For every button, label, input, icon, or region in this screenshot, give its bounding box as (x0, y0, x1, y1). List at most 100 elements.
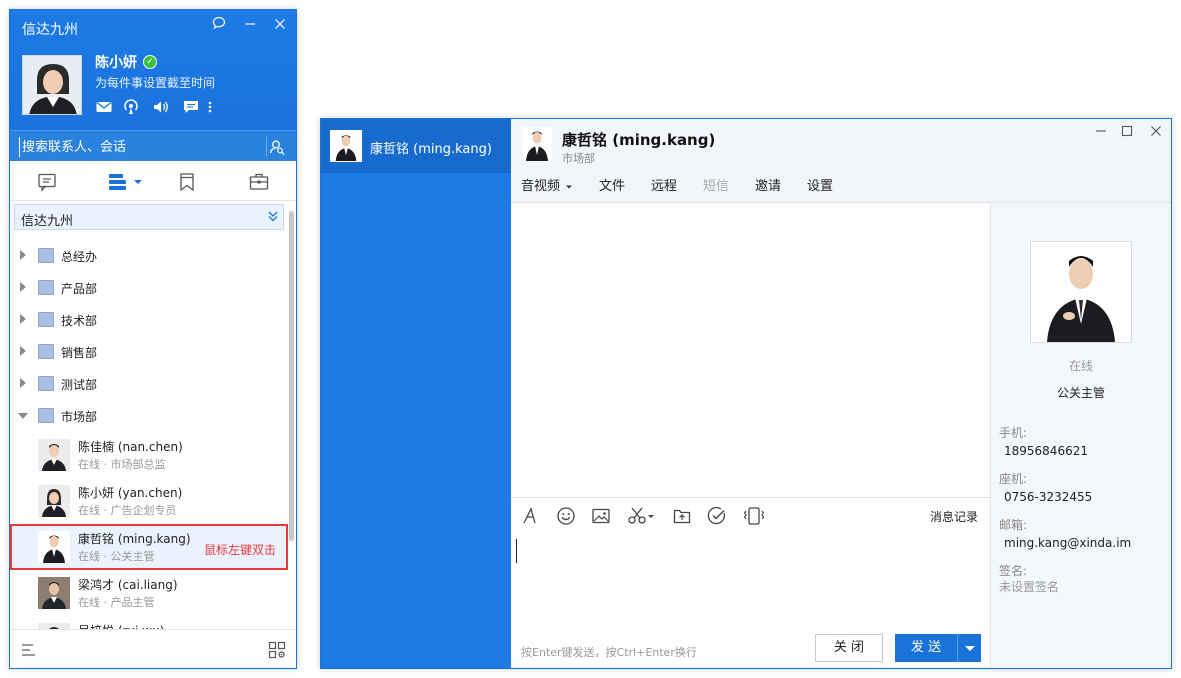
chat-bubble-icon[interactable] (208, 16, 230, 36)
menu-settings[interactable]: 设置 (807, 175, 833, 194)
screenshot-icon[interactable] (627, 506, 655, 526)
avatar (330, 130, 362, 162)
chat-main: 康哲铭 (ming.kang) 市场部 音视频 文件 远程 短信 邀请 设置 消… (511, 119, 1171, 668)
org-tab-icon[interactable] (106, 171, 150, 193)
bookmark-tab-icon[interactable] (176, 171, 206, 193)
contact-search-icon[interactable] (266, 137, 286, 157)
user-signature[interactable]: 为每件事设置截至时间 (95, 74, 215, 91)
contact-item[interactable]: 陈佳楠 (nan.chen) 在线 · 市场部总监 (10, 432, 288, 478)
more-icon[interactable] (206, 98, 214, 116)
send-hint: 按Enter键发送，按Ctrl+Enter换行 (521, 646, 697, 659)
search-input[interactable] (19, 137, 259, 157)
signature-label: 签名: (999, 564, 1028, 578)
contact-status: 在线 · 市场部总监 (78, 458, 166, 471)
dept-item[interactable]: 市场部 (10, 401, 288, 431)
shake-icon[interactable] (743, 506, 765, 526)
avatar (38, 577, 70, 609)
check-icon[interactable] (707, 506, 727, 526)
dept-item[interactable]: 销售部 (10, 337, 288, 367)
contact-status: 在线 · 产品主管 (78, 596, 155, 609)
folder-icon (38, 280, 54, 295)
contact-name: 陈小妍 (yan.chen) (78, 486, 183, 500)
close-button[interactable]: 关 闭 (815, 634, 883, 662)
collapse-arrow-icon[interactable] (18, 413, 28, 419)
expand-arrow-icon[interactable] (20, 378, 26, 388)
org-selector-label: 信达九州 (21, 214, 74, 229)
profile-panel: 在线 公关主管 手机: 18956846621 座机: 0756-3232455… (991, 203, 1171, 668)
message-area[interactable] (511, 203, 991, 497)
user-name: 陈小妍 (95, 55, 137, 71)
dept-item[interactable]: 技术部 (10, 305, 288, 335)
org-selector[interactable]: 信达九州 (14, 204, 284, 230)
folder-icon (38, 408, 54, 423)
emoji-icon[interactable] (556, 506, 576, 526)
menu-sms[interactable]: 短信 (703, 175, 729, 194)
dept-item[interactable]: 产品部 (10, 273, 288, 303)
maximize-icon[interactable] (1114, 125, 1140, 143)
apps-grid-icon[interactable] (268, 641, 286, 659)
chat-tab-icon[interactable] (36, 171, 66, 193)
contact-item[interactable]: 陈小妍 (yan.chen) 在线 · 广告企划专员 (10, 478, 288, 524)
contact-item-selected[interactable]: 康哲铭 (ming.kang) 在线 · 公关主管 鼠标左键双击 (10, 524, 288, 570)
session-name: 康哲铭 (ming.kang) (370, 142, 492, 157)
dept-name: 产品部 (61, 282, 98, 296)
broadcast-icon[interactable] (122, 98, 140, 116)
phone-value: 18956846621 (1004, 444, 1088, 458)
upload-file-icon[interactable] (672, 506, 692, 526)
avatar[interactable] (522, 127, 552, 161)
scrollbar-thumb[interactable] (289, 211, 294, 541)
mail-icon[interactable] (95, 98, 113, 116)
email-value[interactable]: ming.kang@xinda.im (1004, 536, 1131, 550)
dept-name: 测试部 (61, 378, 98, 392)
scrollbar[interactable] (289, 203, 294, 633)
expand-arrow-icon[interactable] (20, 250, 26, 260)
session-item-active[interactable]: 康哲铭 (ming.kang) (321, 119, 511, 173)
dept-name: 销售部 (61, 346, 98, 360)
phone-label: 手机: (999, 426, 1028, 440)
speaker-icon[interactable] (152, 98, 170, 116)
double-click-hint: 鼠标左键双击 (204, 543, 277, 557)
folder-icon (38, 312, 54, 327)
expand-arrow-icon[interactable] (20, 314, 26, 324)
org-tree: 总经办 产品部 技术部 销售部 测试部 市场部 陈佳楠 (nan.chen) 在… (10, 234, 288, 630)
font-icon[interactable] (521, 506, 541, 526)
dept-item[interactable]: 总经办 (10, 241, 288, 271)
send-button[interactable]: 发 送 (895, 634, 981, 662)
folder-icon (38, 248, 54, 263)
expand-arrow-icon[interactable] (20, 282, 26, 292)
landline-label: 座机: (999, 472, 1028, 486)
profile-title: 公关主管 (1056, 386, 1105, 400)
image-icon[interactable] (591, 506, 611, 526)
input-toolbar: 消息记录 (511, 497, 991, 533)
signature-value: 未设置签名 (999, 580, 1060, 594)
message-input[interactable]: 按Enter键发送，按Ctrl+Enter换行 关 闭 发 送 (511, 533, 991, 668)
minimize-icon[interactable] (1088, 125, 1114, 143)
menu-icon[interactable] (21, 642, 37, 658)
main-window: 信达九州 陈小妍 ✓ 为每件事设置截至时间 搜索联系人、会话 信达九州 总经办 … (9, 9, 297, 669)
close-icon[interactable] (269, 16, 291, 36)
contact-item[interactable]: 梁鸿才 (cai.liang) 在线 · 产品主管 (10, 570, 288, 616)
expand-arrow-icon[interactable] (20, 346, 26, 356)
caret-down-icon (566, 185, 573, 188)
contact-item[interactable]: 吴梓悦 (rui.wu) (10, 616, 288, 630)
dept-item[interactable]: 测试部 (10, 369, 288, 399)
close-icon[interactable] (1143, 125, 1169, 143)
workbench-tab-icon[interactable] (248, 171, 278, 193)
menu-file[interactable]: 文件 (599, 175, 625, 194)
contact-status: 在线 · 公关主管 (78, 550, 155, 563)
send-options-dropdown[interactable] (957, 634, 981, 662)
avatar (38, 485, 70, 517)
user-avatar[interactable] (22, 55, 82, 115)
profile-status: 在线 (1068, 359, 1093, 373)
message-history-link[interactable]: 消息记录 (930, 508, 978, 525)
menu-remote[interactable]: 远程 (651, 175, 677, 194)
menu-audio-video[interactable]: 音视频 (521, 175, 574, 194)
minimize-icon[interactable] (239, 16, 261, 36)
dept-name: 总经办 (61, 250, 98, 264)
chat-header: 康哲铭 (ming.kang) 市场部 音视频 文件 远程 短信 邀请 设置 (511, 119, 1171, 203)
menu-invite[interactable]: 邀请 (755, 175, 781, 194)
message-icon[interactable] (182, 98, 200, 116)
chat-window: 康哲铭 (ming.kang) 康哲铭 (ming.kang) 市场部 音视频 (320, 118, 1172, 669)
avatar (38, 531, 70, 563)
contact-name: 康哲铭 (ming.kang) (78, 532, 191, 546)
